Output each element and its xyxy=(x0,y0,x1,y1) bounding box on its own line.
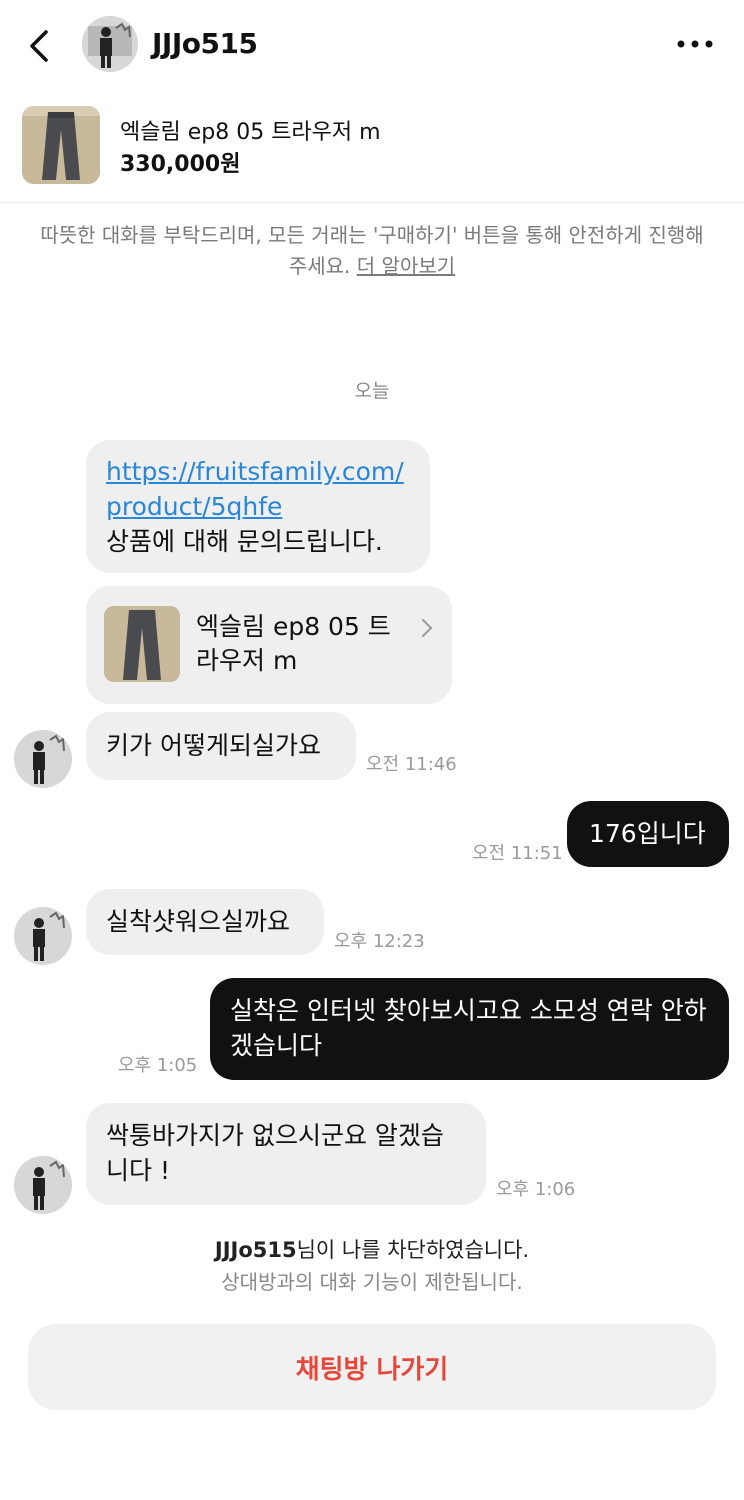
more-options-button[interactable] xyxy=(672,32,718,56)
trousers-image xyxy=(104,606,180,682)
product-card-message[interactable]: 엑슬림 ep8 05 트라우저 m xyxy=(86,586,452,704)
avatar-image xyxy=(14,907,72,965)
outgoing-message-bubble: 176입니다 xyxy=(567,801,729,867)
message-text: 176입니다 xyxy=(589,819,706,848)
sender-avatar[interactable] xyxy=(14,907,72,965)
chevron-left-icon xyxy=(30,30,48,62)
product-thumbnail[interactable] xyxy=(22,106,100,184)
sender-avatar[interactable] xyxy=(14,1156,72,1214)
header-avatar[interactable] xyxy=(82,16,138,72)
incoming-message-bubble: https://fruitsfamily.com/product/5qhfe 상… xyxy=(86,440,430,573)
incoming-message-bubble: 싹퉁바가지가 없으시군요 알겠습니다 ! xyxy=(86,1103,486,1205)
avatar-image xyxy=(14,730,72,788)
incoming-message-bubble: 키가 어떻게되실가요 xyxy=(86,712,356,780)
blocked-subtext: 상대방과의 대화 기능이 제한됩니다. xyxy=(221,1270,523,1294)
card-product-title: 엑슬림 ep8 05 트라우저 m xyxy=(196,612,391,675)
date-separator: 오늘 xyxy=(354,380,390,402)
blocked-text: 님이 나를 차단하였습니다. xyxy=(296,1238,530,1262)
back-button[interactable] xyxy=(22,26,58,66)
chat-safety-notice: 따뜻한 대화를 부탁드리며, 모든 거래는 '구매하기' 버튼을 통해 안전하게… xyxy=(40,220,704,282)
leave-chat-button[interactable]: 채팅방 나가기 xyxy=(28,1324,716,1410)
message-text: 상품에 대해 문의드립니다. xyxy=(106,527,383,556)
message-text: 실착은 인터넷 찾아보시고요 소모성 연락 안하겠습니다 xyxy=(230,996,707,1060)
product-price: 330,000원 xyxy=(120,152,241,177)
chevron-right-icon xyxy=(422,619,432,637)
header-username[interactable]: JJJo515 xyxy=(152,27,258,60)
product-title[interactable]: 엑슬림 ep8 05 트라우저 m xyxy=(120,114,381,146)
card-product-thumbnail xyxy=(104,606,180,682)
blocked-notice: JJJo515님이 나를 차단하였습니다. xyxy=(0,1234,744,1264)
outgoing-message-bubble: 실착은 인터넷 찾아보시고요 소모성 연락 안하겠습니다 xyxy=(210,978,729,1080)
message-time: 오전 11:46 xyxy=(366,754,457,775)
product-link[interactable]: https://fruitsfamily.com/product/5qhfe xyxy=(106,454,410,524)
message-time: 오후 1:06 xyxy=(496,1179,576,1200)
sender-avatar[interactable] xyxy=(14,730,72,788)
avatar-image xyxy=(14,1156,72,1214)
message-time: 오전 11:51 xyxy=(472,843,563,864)
more-horizontal-icon xyxy=(677,40,713,48)
notice-partial-line: · xyxy=(20,203,724,213)
incoming-message-bubble: 실착샷워으실까요 xyxy=(86,889,324,955)
message-text: 실착샷워으실까요 xyxy=(106,907,291,936)
trousers-image xyxy=(22,106,100,184)
message-time: 오후 1:05 xyxy=(118,1055,198,1076)
avatar-image xyxy=(82,16,138,72)
message-text: 싹퉁바가지가 없으시군요 알겠습니다 ! xyxy=(106,1121,444,1185)
learn-more-link[interactable]: 더 알아보기 xyxy=(357,254,455,278)
blocked-username: JJJo515 xyxy=(214,1238,297,1262)
message-text: 키가 어떻게되실가요 xyxy=(106,731,321,760)
message-time: 오후 12:23 xyxy=(334,931,425,952)
